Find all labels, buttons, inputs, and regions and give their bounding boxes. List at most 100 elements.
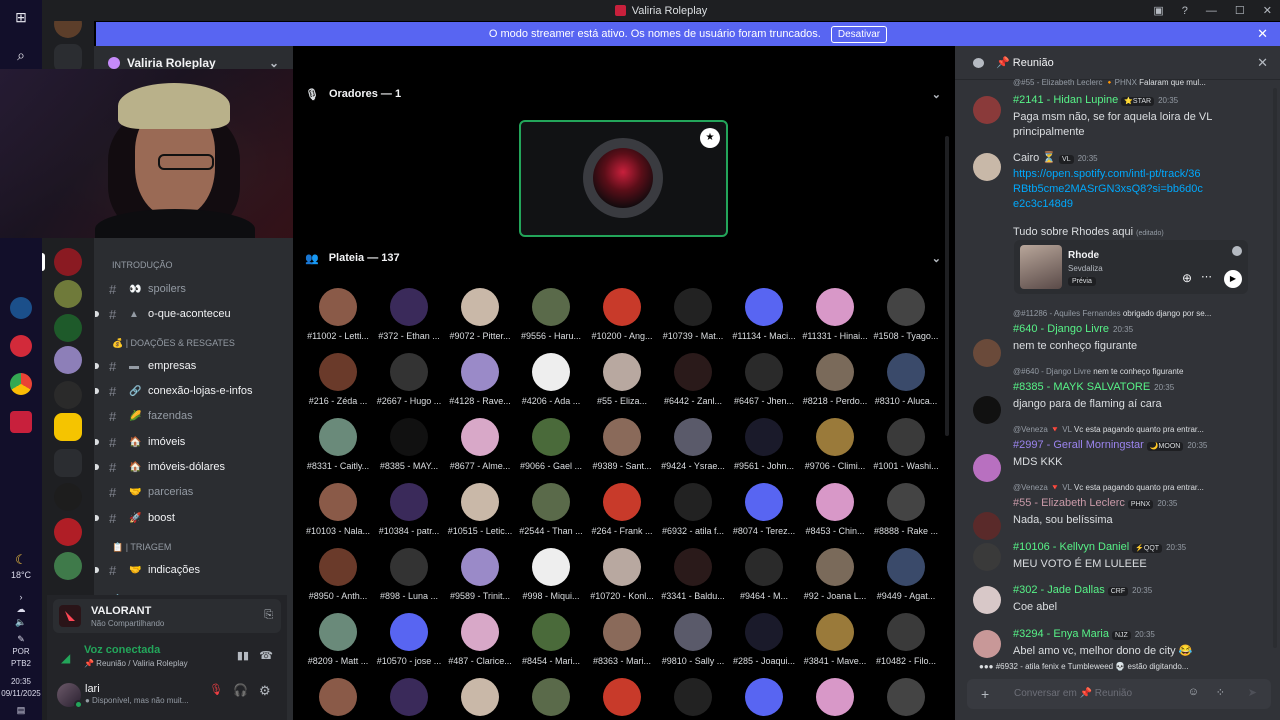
audience-member[interactable]: #8363 - Mari... (587, 613, 657, 675)
audience-member[interactable]: #6442 - Zanl... (658, 353, 728, 415)
clock-date[interactable]: 09/11/2025 (1, 689, 40, 699)
track-title[interactable]: Rhode (1068, 250, 1099, 261)
chevron-down-icon[interactable]: ⌄ (932, 252, 941, 265)
audience-header[interactable]: 👥 Plateia — 137 ⌄ (305, 248, 943, 268)
avatar[interactable] (973, 630, 1001, 658)
audience-member[interactable]: #9556 - Haru... (516, 288, 586, 350)
close-banner-icon[interactable]: ✕ (1257, 26, 1268, 42)
audience-member[interactable]: #10103 - Nala... (303, 483, 373, 545)
audience-member[interactable]: #285 - Joaqui... (729, 613, 799, 675)
valiria-app-icon[interactable] (10, 411, 32, 433)
audience-member[interactable]: #1508 - Tyago... (871, 288, 941, 350)
activity-card[interactable]: VALORANT Não Compartilhando ⎘ (53, 599, 281, 633)
audience-member[interactable]: #3341 - Baldu... (658, 548, 728, 610)
audience-member[interactable]: #264 - Frank ... (587, 483, 657, 545)
server-icon[interactable] (54, 552, 82, 580)
send-icon[interactable]: ➤ (1248, 686, 1257, 699)
chat-scrollbar[interactable] (1273, 88, 1277, 648)
audience-member[interactable]: #10739 - Mat... (658, 288, 728, 350)
reply-preview[interactable]: @Veneza 🔻 VL Vc esta pagando quanto pra … (1013, 425, 1251, 434)
audience-member[interactable] (516, 678, 586, 720)
audience-member[interactable]: #4128 - Rave... (445, 353, 515, 415)
audience-member[interactable]: #11134 - Maci... (729, 288, 799, 350)
audience-member[interactable]: #2544 - Than ... (516, 483, 586, 545)
inbox-icon[interactable]: ▣ (1153, 4, 1163, 17)
stage-scrollbar[interactable] (945, 136, 949, 436)
audience-member[interactable]: #9589 - Trinit... (445, 548, 515, 610)
server-icon[interactable] (54, 314, 82, 342)
pen-icon[interactable]: ✎ (17, 634, 25, 645)
channel-category[interactable]: INTRODUÇÃO (94, 256, 293, 274)
audience-member[interactable]: #92 - Joana L... (800, 548, 870, 610)
avatar[interactable] (973, 96, 1001, 124)
server-icon[interactable] (54, 346, 82, 374)
audience-member[interactable]: #8074 - Terez... (729, 483, 799, 545)
channel-item[interactable]: # 🚀 boost (94, 507, 293, 529)
disconnect-icon[interactable]: ☎ (259, 649, 273, 662)
reply-preview[interactable]: @Veneza 🔻 VL Vc esta pagando quanto pra … (1013, 483, 1251, 492)
audience-member[interactable] (729, 678, 799, 720)
audience-member[interactable]: #10720 - Konl... (587, 548, 657, 610)
channel-item[interactable]: # 🌽 fazendas (94, 405, 293, 427)
voice-location[interactable]: 📌 Reunião / Valiria Roleplay (84, 659, 188, 668)
language-primary[interactable]: POR (12, 647, 29, 657)
audience-member[interactable]: #10515 - Letic... (445, 483, 515, 545)
avatar[interactable] (973, 396, 1001, 424)
avatar[interactable] (973, 339, 1001, 367)
user-name[interactable]: lari (85, 683, 100, 695)
disable-streamer-button[interactable]: Desativar (830, 25, 888, 43)
reply-preview[interactable]: @#11286 - Aquiles Fernandes obrigado dja… (1013, 309, 1251, 318)
server-icon[interactable] (54, 483, 82, 511)
language-secondary[interactable]: PTB2 (11, 659, 31, 669)
server-folder-icon[interactable] (54, 449, 82, 477)
message-author[interactable]: #640 - Django Livre 20:35 (1013, 323, 1133, 335)
audience-member[interactable]: #10200 - Ang... (587, 288, 657, 350)
audience-member[interactable]: #10482 - Filo... (871, 613, 941, 675)
audience-member[interactable]: #9810 - Sally ... (658, 613, 728, 675)
network-icon[interactable]: ☁ (17, 604, 26, 615)
audience-member[interactable]: #9389 - Sant... (587, 418, 657, 480)
message-author[interactable]: #3294 - Enya Maria NJZ 20:35 (1013, 628, 1155, 640)
steam-app-icon[interactable] (10, 297, 32, 319)
audience-member[interactable]: #3841 - Mave... (800, 613, 870, 675)
audience-member[interactable]: #10384 - patr... (374, 483, 444, 545)
more-icon[interactable]: ⋯ (1201, 270, 1212, 283)
noise-suppression-icon[interactable]: ▮▮ (237, 649, 249, 662)
audience-member[interactable]: #9424 - Ysrae... (658, 418, 728, 480)
play-icon[interactable]: ▶ (1224, 270, 1242, 288)
avatar[interactable] (973, 512, 1001, 540)
audience-member[interactable]: #8677 - Alme... (445, 418, 515, 480)
chevron-down-icon[interactable]: ⌄ (269, 56, 279, 70)
audience-member[interactable]: #8209 - Matt ... (303, 613, 373, 675)
maximize-icon[interactable]: ☐ (1235, 4, 1245, 17)
audience-member[interactable]: #8218 - Perdo... (800, 353, 870, 415)
composer-placeholder[interactable]: Conversar em 📌 Reunião (1014, 688, 1132, 699)
audience-member[interactable]: #9449 - Agat... (871, 548, 941, 610)
audience-member[interactable]: #10570 - jose ... (374, 613, 444, 675)
share-screen-icon[interactable]: ⎘ (264, 609, 273, 622)
audience-member[interactable]: #8454 - Mari... (516, 613, 586, 675)
audience-member[interactable]: #9072 - Pitter... (445, 288, 515, 350)
channel-item[interactable]: # 🏠 imóveis-dólares (94, 456, 293, 478)
message-author[interactable]: #302 - Jade Dallas CRF 20:35 (1013, 584, 1152, 596)
server-icon[interactable] (54, 280, 82, 308)
message-author[interactable]: #2141 - Hidan Lupine ⭐STAR 20:35 (1013, 94, 1178, 106)
audience-member[interactable] (303, 678, 373, 720)
clock-time[interactable]: 20:35 (11, 677, 31, 687)
server-icon[interactable] (54, 381, 82, 409)
audience-member[interactable]: #8888 - Rake ... (871, 483, 941, 545)
audience-member[interactable]: #216 - Zéda ... (303, 353, 373, 415)
reply-preview[interactable]: @#55 - Elizabeth Leclerc 🔸PHNX Falaram q… (1013, 78, 1251, 87)
notification-icon[interactable]: ▤ (17, 705, 26, 716)
channel-item[interactable]: # ▲ o-que-aconteceu (94, 303, 293, 325)
channel-item[interactable]: # ▬ empresas (94, 355, 293, 377)
audience-member[interactable]: #372 - Ethan ... (374, 288, 444, 350)
audience-member[interactable] (445, 678, 515, 720)
weather-icon[interactable]: ☾ (15, 552, 27, 568)
audience-member[interactable]: #9706 - Climi... (800, 418, 870, 480)
windows-start-icon[interactable]: ⊞ (8, 4, 34, 30)
audience-member[interactable]: #4206 - Ada ... (516, 353, 586, 415)
close-chat-icon[interactable]: ✕ (1257, 55, 1268, 71)
audience-member[interactable] (800, 678, 870, 720)
deafen-icon[interactable]: 🎧 (233, 683, 248, 697)
